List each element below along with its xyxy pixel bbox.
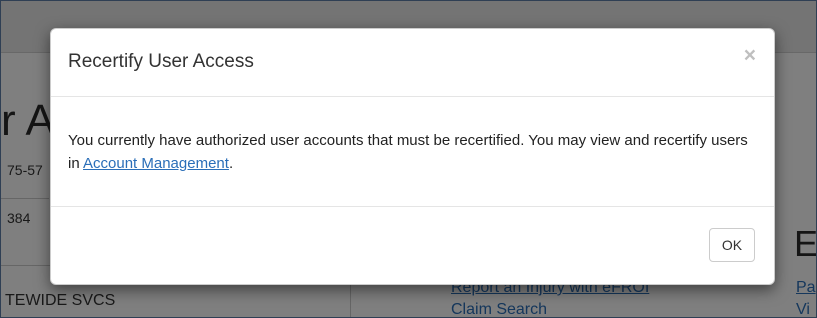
dialog-footer: OK — [51, 206, 774, 286]
ok-button[interactable]: OK — [709, 228, 755, 262]
close-icon[interactable]: × — [744, 45, 756, 66]
dialog-message-end: . — [228, 155, 234, 172]
recertify-dialog: Recertify User Access × You currently ha… — [50, 28, 775, 285]
dialog-body: You currently have authorized user accou… — [68, 129, 758, 175]
dialog-title: Recertify User Access — [68, 51, 254, 72]
account-management-link[interactable]: Account Management — [83, 155, 229, 172]
dialog-header: Recertify User Access × — [51, 29, 774, 97]
